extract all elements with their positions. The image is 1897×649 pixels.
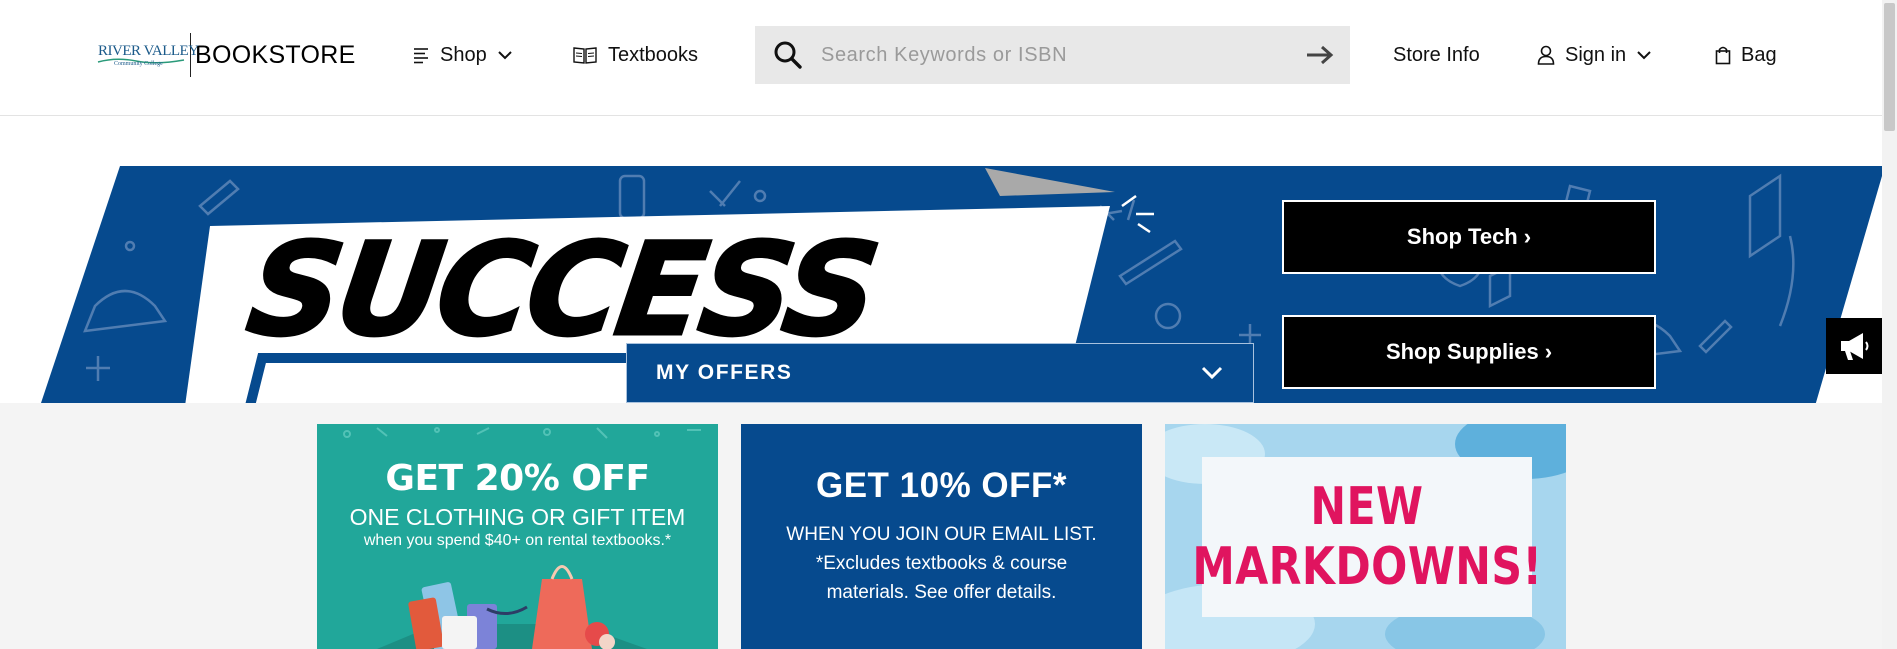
megaphone-icon [1841,333,1869,360]
nav-bag-label: Bag [1741,43,1777,66]
offer-subline: ONE CLOTHING OR GIFT ITEM [349,504,686,530]
open-book-icon [573,47,597,64]
offer-card-clothing[interactable]: GET 20% OFF ONE CLOTHING OR GIFT ITEM wh… [317,424,718,649]
chevron-down-icon [1637,51,1651,60]
arrow-right-icon[interactable] [1306,45,1334,65]
shop-supplies-button[interactable]: Shop Supplies › [1282,315,1656,389]
menu-lines-icon [414,48,428,64]
offer-line: *Excludes textbooks & course [815,553,1068,574]
nav-bag[interactable]: Bag [1715,40,1777,70]
nav-textbooks[interactable]: Textbooks [572,40,698,70]
offer-description: WHEN YOU JOIN OUR EMAIL LIST. *Excludes … [761,520,1122,607]
search-icon[interactable] [773,40,803,70]
logo-text: BOOKSTORE [195,40,356,69]
scrollbar-thumb[interactable] [1884,3,1895,131]
college-logo-mark: RIVER VALLEY Community College [96,33,199,77]
nav-shop[interactable]: Shop [412,40,513,70]
chevron-right-icon: › [1544,339,1553,364]
my-offers-toggle[interactable]: MY OFFERS [626,343,1254,403]
books-and-bag-illustration [377,565,647,649]
offer-fine-print: when you spend $40+ on rental textbooks.… [363,532,672,549]
chevron-down-icon [1201,366,1223,380]
nav-store-info[interactable]: Store Info [1393,40,1480,70]
my-offers-title: MY OFFERS [656,361,793,384]
nav-sign-in[interactable]: Sign in [1537,40,1652,70]
offer-card-email[interactable]: GET 10% OFF* WHEN YOU JOIN OUR EMAIL LIS… [741,424,1142,649]
nav-sign-in-label: Sign in [1565,43,1627,66]
shop-supplies-label: Shop Supplies [1385,339,1539,364]
site-header: RIVER VALLEY Community College BOOKSTORE… [0,0,1882,116]
markdowns-line1: NEW [1310,477,1424,537]
shop-tech-label: Shop Tech [1406,224,1518,249]
markdowns-line2: MARKDOWNS! [1192,537,1542,597]
offer-headline: GET 10% OFF* [815,466,1068,505]
offer-card-markdowns[interactable]: NEW MARKDOWNS! [1165,424,1566,649]
nav-shop-label: Shop [440,43,487,66]
chevron-right-icon: › [1523,224,1532,249]
search-bar [755,26,1350,84]
nav-textbooks-label: Textbooks [608,43,699,66]
store-logo[interactable]: RIVER VALLEY Community College BOOKSTORE [96,33,356,77]
logo-mark-line2: Community College [114,61,163,67]
search-input[interactable] [821,43,1291,67]
nav-store-info-label: Store Info [1393,43,1480,66]
announcements-widget[interactable] [1826,318,1882,374]
shopping-bag-icon [1715,46,1731,65]
user-icon [1537,45,1555,65]
offer-line: WHEN YOU JOIN OUR EMAIL LIST. [786,524,1097,545]
offer-line: materials. See offer details. [826,582,1057,603]
markdowns-panel: NEW MARKDOWNS! [1192,457,1542,617]
offer-headline: GET 20% OFF [385,458,650,499]
chevron-down-icon [498,51,512,60]
page-scrollbar[interactable] [1882,0,1897,649]
shop-tech-button[interactable]: Shop Tech › [1282,200,1656,274]
